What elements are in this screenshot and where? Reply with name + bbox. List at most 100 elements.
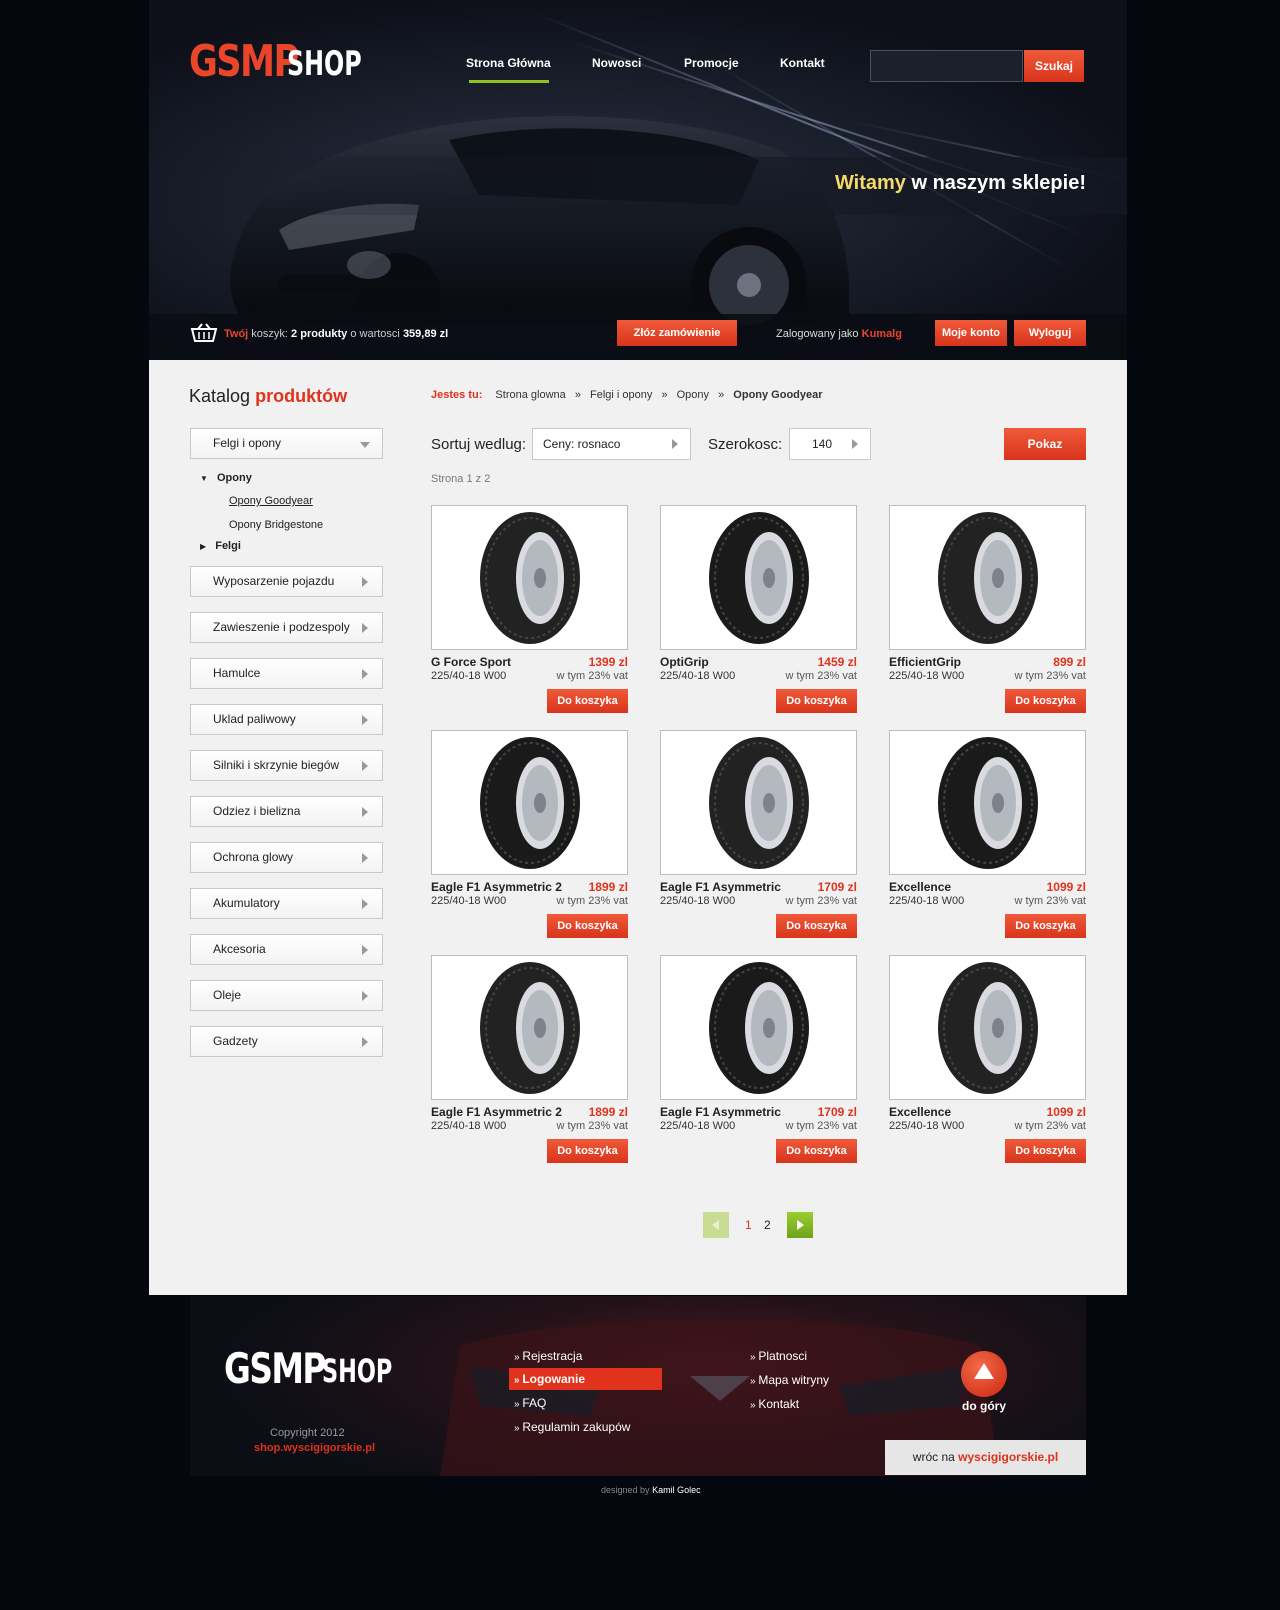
sidebar-item-hamulce[interactable]: Hamulce (190, 658, 383, 689)
search-input[interactable] (870, 50, 1023, 82)
logout-button[interactable]: Wyloguj (1014, 320, 1086, 346)
add-to-cart-button[interactable]: Do koszyka (1005, 1139, 1086, 1163)
add-to-cart-button[interactable]: Do koszyka (776, 689, 857, 713)
scroll-top-label[interactable]: do góry (962, 1399, 1006, 1413)
nav-kontakt[interactable]: Kontakt (780, 56, 825, 70)
user-name[interactable]: Kumalg (862, 328, 902, 340)
sidebar-dropdown-felgi[interactable]: Felgi i opony (190, 428, 383, 459)
breadcrumb-item[interactable]: Strona glowna (495, 389, 565, 401)
product-name[interactable]: Eagle F1 Asymmetric (660, 1105, 781, 1119)
product-card: Eagle F1 Asymmetric 225/40-18 W00 1709 zl w… (660, 955, 857, 1163)
product-name[interactable]: Eagle F1 Asymmetric 2 (431, 1105, 562, 1119)
product-price: 899 zl (1053, 655, 1086, 669)
catalog-title-b: produktów (255, 386, 348, 406)
tree-bridgestone[interactable]: Opony Bridgestone (229, 519, 323, 531)
prev-page-button[interactable] (703, 1212, 729, 1238)
footer-link-logowanie[interactable]: Logowanie (514, 1372, 585, 1386)
breadcrumb-separator: » (574, 389, 581, 401)
footer-logo[interactable]: GSMP SHOP (224, 1346, 404, 1396)
show-button[interactable]: Pokaz (1004, 428, 1086, 460)
designer-credit: designed by Kamil Golec (601, 1485, 701, 1495)
sidebar-item-odziez[interactable]: Odziez i bielizna (190, 796, 383, 827)
add-to-cart-button[interactable]: Do koszyka (1005, 914, 1086, 938)
product-name[interactable]: OptiGrip (660, 655, 709, 669)
product-name[interactable]: G Force Sport (431, 655, 511, 669)
breadcrumb-item[interactable]: Opony (677, 389, 709, 401)
breadcrumb-item[interactable]: Felgi i opony (590, 389, 652, 401)
sidebar-item-gadzety[interactable]: Gadzety (190, 1026, 383, 1057)
sidebar-item-silniki[interactable]: Silniki i skrzynie biegów (190, 750, 383, 781)
add-to-cart-button[interactable]: Do koszyka (547, 1139, 628, 1163)
product-image[interactable] (431, 505, 628, 650)
tree-goodyear[interactable]: Opony Goodyear (229, 495, 313, 507)
search-button[interactable]: Szukaj (1024, 50, 1084, 82)
page-link-1[interactable]: 1 (745, 1218, 752, 1232)
product-name[interactable]: Excellence (889, 1105, 951, 1119)
product-price: 1399 zl (588, 655, 628, 669)
sidebar-item-oleje[interactable]: Oleje (190, 980, 383, 1011)
car-image (230, 116, 850, 340)
product-image[interactable] (660, 505, 857, 650)
footer-link-mapa[interactable]: Mapa witryny (750, 1373, 829, 1387)
back-to-main-site[interactable]: wróc na wyscigigorskie.pl (885, 1440, 1086, 1475)
product-price: 1899 zl (588, 880, 628, 894)
sort-select[interactable]: Ceny: rosnaco (532, 428, 691, 460)
cart-count[interactable]: 2 produkty (291, 328, 347, 340)
scroll-top-button[interactable] (961, 1351, 1007, 1397)
footer-link-faq[interactable]: FAQ (514, 1396, 546, 1410)
catalog-title-a: Katalog (189, 386, 251, 406)
product-image[interactable] (431, 730, 628, 875)
product-card: Eagle F1 Asymmetric 2 225/40-18 W00 1899 z… (431, 730, 628, 938)
my-account-button[interactable]: Moje konto (935, 320, 1007, 346)
product-image[interactable] (889, 505, 1086, 650)
product-name[interactable]: Eagle F1 Asymmetric 2 (431, 880, 562, 894)
caret-right-icon: ▶ (200, 542, 207, 551)
product-image[interactable] (431, 955, 628, 1100)
add-to-cart-button[interactable]: Do koszyka (547, 914, 628, 938)
logo[interactable]: GSMP SHOP (189, 38, 369, 88)
footer-link-kontakt[interactable]: Kontakt (750, 1397, 799, 1411)
product-size: 225/40-18 W00 (660, 895, 736, 907)
nav-promocje[interactable]: Promocje (684, 56, 739, 70)
product-price: 1459 zl (817, 655, 857, 669)
add-to-cart-button[interactable]: Do koszyka (776, 914, 857, 938)
product-card: Excellence 225/40-18 W00 1099 zl w tym 23% … (889, 955, 1086, 1163)
chevron-right-icon (362, 623, 368, 633)
sidebar-item-zawieszenie[interactable]: Zawieszenie i podzespoly (190, 612, 383, 643)
product-vat: w tym 23% vat (1014, 1120, 1086, 1132)
width-select[interactable]: 140 (789, 428, 871, 460)
sidebar-item-label: Oleje (213, 988, 242, 1002)
sidebar-item-akcesoria[interactable]: Akcesoria (190, 934, 383, 965)
nav-active-underline (469, 80, 549, 83)
product-image[interactable] (889, 955, 1086, 1100)
add-to-cart-button[interactable]: Do koszyka (1005, 689, 1086, 713)
footer-link-rejestracja[interactable]: Rejestracja (514, 1349, 582, 1363)
sidebar-item-label: Wyposarzenie pojazdu (213, 574, 335, 588)
product-name[interactable]: Excellence (889, 880, 951, 894)
sidebar-item-wyposarzenie[interactable]: Wyposarzenie pojazdu (190, 566, 383, 597)
footer-link-platnosci[interactable]: Platnosci (750, 1349, 807, 1363)
nav-nowosci[interactable]: Nowosci (592, 56, 641, 70)
add-to-cart-button[interactable]: Do koszyka (776, 1139, 857, 1163)
product-image[interactable] (660, 730, 857, 875)
product-image[interactable] (660, 955, 857, 1100)
product-name[interactable]: EfficientGrip (889, 655, 961, 669)
arrow-up-icon (974, 1363, 994, 1379)
copyright-site[interactable]: shop.wyscigigorskie.pl (254, 1442, 375, 1454)
nav-strona-glowna[interactable]: Strona Główna (466, 56, 551, 70)
add-to-cart-button[interactable]: Do koszyka (547, 689, 628, 713)
basket-icon[interactable] (190, 323, 218, 343)
sidebar-item-uklad-paliwowy[interactable]: Uklad paliwowy (190, 704, 383, 735)
product-image[interactable] (889, 730, 1086, 875)
tree-opony[interactable]: ▼ Opony (200, 472, 252, 484)
product-name[interactable]: Eagle F1 Asymmetric (660, 880, 781, 894)
footer-link-regulamin[interactable]: Regulamin zakupów (514, 1420, 630, 1434)
order-button[interactable]: Złóz zamówienie (617, 320, 737, 346)
tree-felgi[interactable]: ▶ Felgi (200, 540, 241, 552)
sidebar-item-akumulatory[interactable]: Akumulatory (190, 888, 383, 919)
page-link-2[interactable]: 2 (764, 1218, 771, 1232)
sidebar-item-ochrona-glowy[interactable]: Ochrona glowy (190, 842, 383, 873)
product-vat: w tym 23% vat (556, 1120, 628, 1132)
product-price: 1099 zl (1046, 880, 1086, 894)
next-page-button[interactable] (787, 1212, 813, 1238)
